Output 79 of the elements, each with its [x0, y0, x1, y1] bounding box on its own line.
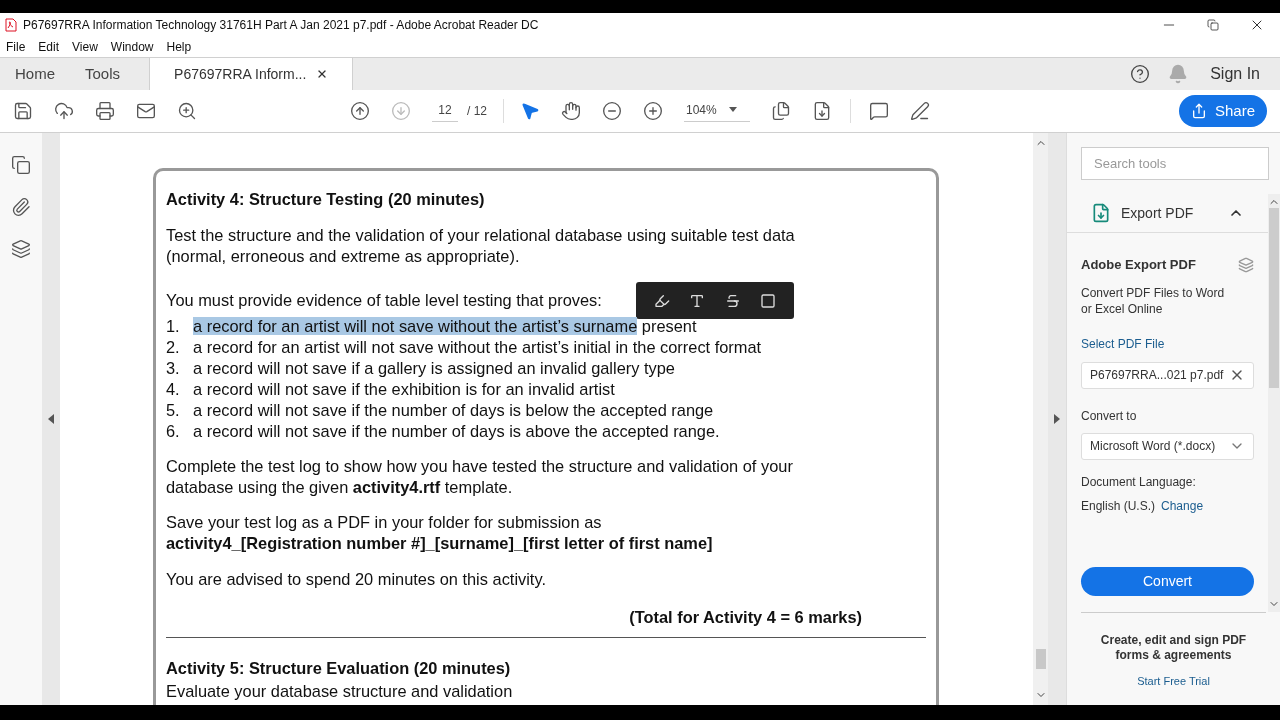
help-icon[interactable] [1130, 64, 1151, 84]
list-item: a record will not save if the exhibition is for an invalid artist [193, 379, 615, 400]
search-field[interactable]: Search tools [1081, 147, 1269, 180]
tool-header[interactable]: Export PDF [1067, 194, 1268, 233]
tab[interactable]: Home [0, 58, 70, 90]
copy-icon[interactable] [760, 292, 777, 309]
window-title: P67697RRA Information Technology 31761H Part A Jan 2021 p7.pdf - Adobe Acrobat Reader DC [23, 17, 539, 34]
scrollbar-thumb[interactable] [1269, 208, 1279, 388]
collapse-arrow-icon[interactable] [48, 414, 54, 424]
comment-icon[interactable] [869, 101, 889, 121]
tab[interactable]: P67697RRA Inform... [149, 58, 354, 90]
tab[interactable]: Tools [70, 58, 136, 90]
scrollbar-thumb[interactable] [1035, 649, 1046, 669]
menu-item[interactable]: Window [110, 38, 154, 56]
list-number: 2. [166, 337, 181, 358]
upload-cloud-icon[interactable] [54, 101, 74, 121]
paragraph: You are advised to spend 20 minutes on this activity. [166, 569, 547, 590]
free-trial-link[interactable]: Start Free Trial [1137, 672, 1210, 689]
menu-item[interactable]: File [6, 38, 26, 56]
list-item: a record will not save if the number of days is below the accepted range [193, 400, 714, 421]
zoom-out-icon[interactable] [602, 101, 622, 121]
page-number-field[interactable]: 12 [432, 100, 458, 122]
pdf-file-icon [5, 18, 17, 32]
export-pdf-icon [1091, 203, 1111, 223]
highlighter-icon[interactable] [653, 292, 670, 309]
change-link[interactable]: Change [1161, 496, 1204, 515]
pen-icon[interactable] [910, 101, 930, 121]
list-number: 4. [166, 379, 181, 400]
format-dropdown[interactable]: Microsoft Word (*.docx) [1081, 432, 1254, 460]
paperclip-icon[interactable] [11, 197, 31, 217]
paragraph: Save your test log as a PDF in your folder for submission as [166, 512, 603, 533]
list-number: 1. [166, 316, 181, 337]
restore-icon[interactable] [1207, 19, 1219, 31]
printer-icon[interactable] [95, 101, 115, 121]
list-item: a record will not save if the number of days is above the accepted range. [193, 421, 720, 442]
list-item: a record will not save if a gallery is assigned an invalid gallery type [193, 358, 675, 379]
search-icon[interactable] [177, 101, 197, 121]
hand-icon[interactable] [561, 101, 581, 121]
save-icon[interactable] [13, 101, 33, 121]
activity-heading: Activity 5: Structure Evaluation (20 minutes) [166, 658, 512, 679]
menu-item[interactable]: Help [166, 38, 192, 56]
section-title: Adobe Export PDF [1081, 256, 1196, 274]
mail-icon[interactable] [136, 101, 156, 121]
caret-icon [728, 107, 737, 112]
zoom-dropdown[interactable]: 104% [684, 100, 750, 122]
file-field[interactable]: P67697RRA...021 p7.pdf [1081, 361, 1254, 389]
file-name: activity4_[Registration number #]_[surname]_[first letter of first name] [166, 533, 714, 554]
pointer-icon[interactable] [520, 101, 540, 121]
activity-heading: Activity 4: Structure Testing (20 minutes) [166, 189, 486, 210]
menu-item[interactable]: Edit [38, 38, 60, 56]
sign-in-link[interactable]: Sign In [1210, 62, 1260, 86]
list-item: a record for an artist will not save without the artist’s surname present [193, 316, 697, 337]
marks-total: (Total for Activity 4 = 6 marks) [629, 607, 862, 628]
expand-arrow-icon[interactable] [1054, 414, 1060, 424]
share-icon [1190, 103, 1207, 119]
strikethrough-icon[interactable] [724, 292, 741, 309]
list-item: a record for an artist will not save without the artist’s initial in the correct format [193, 337, 762, 358]
list-number: 6. [166, 421, 181, 442]
paragraph: Evaluate your database structure and validation [166, 682, 514, 700]
paragraph: You must provide evidence of table level testing that proves: [166, 290, 602, 311]
paragraph: Complete the test log to show how you have tested the structure and validation of your database using the given activity4.rtf template. [166, 456, 794, 498]
layers-icon[interactable] [11, 239, 31, 259]
convert-button[interactable]: Convert [1081, 566, 1254, 596]
description: Convert PDF Files to Word or Excel Online [1081, 284, 1226, 317]
list-number: 3. [166, 358, 181, 379]
pages-icon[interactable] [11, 155, 31, 175]
field-label: Convert to [1081, 407, 1138, 425]
page-count: / 12 [467, 103, 487, 120]
field-label: Select PDF File [1081, 335, 1166, 353]
previous-page-icon[interactable] [350, 101, 370, 121]
field-label: Document Language: [1081, 473, 1197, 491]
menu-item[interactable]: View [72, 38, 98, 56]
language-value: English (U.S.) [1081, 497, 1156, 515]
promo-text: Create, edit and sign PDF forms & agreements [1099, 632, 1248, 663]
zoom-in-icon[interactable] [643, 101, 663, 121]
share-button[interactable]: Share [1178, 95, 1267, 127]
list-number: 5. [166, 400, 181, 421]
paragraph: Test the structure and the validation of your relational database using suitable test data (normal, erroneous and extreme as appropriate). [166, 225, 796, 267]
text-icon[interactable] [689, 292, 706, 309]
